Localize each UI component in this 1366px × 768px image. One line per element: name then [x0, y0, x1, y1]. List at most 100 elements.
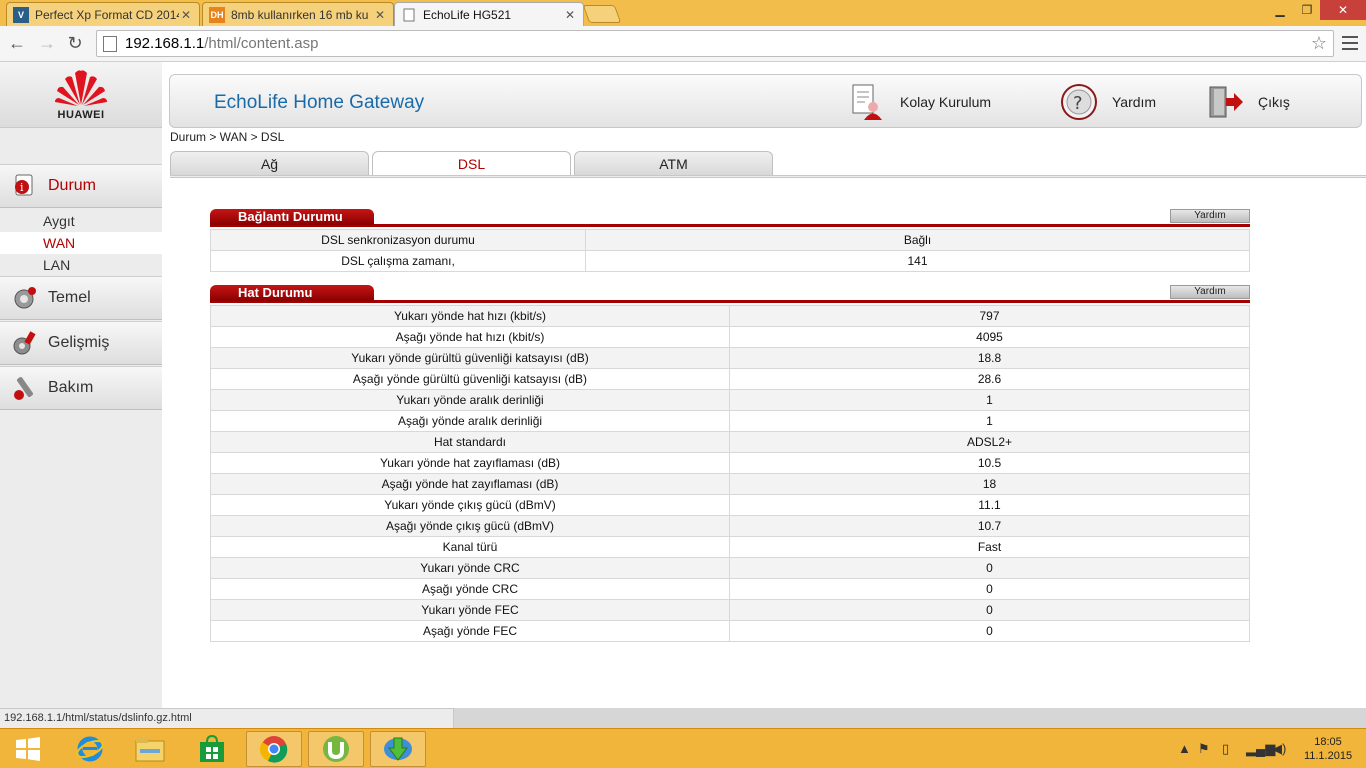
bookmark-star-icon[interactable]: ☆ [1311, 33, 1327, 54]
store-icon[interactable] [184, 731, 240, 767]
sidebar-section-bakim[interactable]: Bakım [0, 366, 162, 410]
row-value: 18 [729, 473, 1250, 495]
row-label: Yukarı yönde CRC [210, 557, 730, 579]
row-value: 0 [729, 578, 1250, 600]
close-tab-icon[interactable]: ✕ [563, 8, 577, 22]
quick-setup-icon [848, 83, 886, 121]
row-label: Aşağı yönde hat hızı (kbit/s) [210, 326, 730, 348]
tab-title: Perfect Xp Format CD 2014 [35, 7, 179, 22]
gateway-header: EchoLife Home Gateway Kolay Kurulum ? Ya… [169, 74, 1362, 128]
tab-label: DSL [457, 156, 486, 172]
tab-title: EchoLife HG521 [423, 8, 512, 22]
sidebar-item-label: Aygıt [43, 213, 75, 229]
windows-start-button[interactable] [0, 731, 56, 767]
sidebar-item-aygit[interactable]: Aygıt [0, 210, 162, 232]
advanced-settings-icon [10, 328, 40, 358]
site-favicon-icon: DH [209, 6, 225, 23]
row-label: Yukarı yönde FEC [210, 599, 730, 621]
back-arrow-icon[interactable]: ← [6, 32, 28, 54]
row-label: Yukarı yönde çıkış gücü (dBmV) [210, 494, 730, 516]
row-value: 141 [585, 250, 1250, 272]
sidebar-section-temel[interactable]: Temel [0, 276, 162, 320]
row-label: Yukarı yönde aralık derinliği [210, 389, 730, 411]
sidebar: HUAWEI i Durum Aygıt WAN LAN Temel Geliş… [0, 62, 162, 728]
close-tab-icon[interactable]: ✕ [373, 8, 387, 22]
sidebar-section-gelismis[interactable]: Gelişmiş [0, 321, 162, 365]
table-row: Yukarı yönde aralık derinliği 1 [210, 389, 1250, 411]
help-button[interactable]: ? Yardım [1060, 83, 1156, 121]
network-signal-icon[interactable]: ▂▄▆ [1246, 741, 1275, 757]
browser-tab-echolife[interactable]: EchoLife HG521 ✕ [394, 2, 584, 27]
sidebar-section-label: Durum [48, 177, 97, 194]
connection-status-header: Bağlantı Durumu Yardım [210, 209, 1250, 227]
row-label: Aşağı yönde FEC [210, 620, 730, 642]
minimize-window-icon[interactable]: ▁ [1266, 0, 1294, 20]
tab-title: 8mb kullanırken 16 mb ku [231, 7, 369, 22]
table-row: Kanal türü Fast [210, 536, 1250, 558]
logout-label: Çıkış [1258, 94, 1290, 110]
huawei-logo[interactable]: HUAWEI [0, 62, 162, 128]
table-row: Yukarı yönde CRC 0 [210, 557, 1250, 579]
table-row: DSL senkronizasyon durumu Bağlı [210, 229, 1250, 251]
forward-arrow-icon[interactable]: → [36, 32, 58, 54]
basic-settings-icon [10, 283, 40, 313]
table-row: Aşağı yönde çıkış gücü (dBmV) 10.7 [210, 515, 1250, 537]
volume-speaker-icon[interactable]: ◀) [1272, 741, 1286, 757]
table-row: Aşağı yönde FEC 0 [210, 620, 1250, 642]
logout-button[interactable]: Çıkış [1206, 83, 1290, 121]
row-label: Yukarı yönde hat hızı (kbit/s) [210, 305, 730, 327]
page-favicon-icon [401, 7, 417, 23]
table-row: Aşağı yönde hat zayıflaması (dB) 18 [210, 473, 1250, 495]
table-row: Aşağı yönde gürültü güvenliği katsayısı … [210, 368, 1250, 390]
close-window-icon[interactable]: ✕ [1320, 0, 1366, 20]
internet-explorer-icon[interactable] [62, 731, 118, 767]
connection-help-button[interactable]: Yardım [1170, 209, 1250, 223]
action-center-flag-icon[interactable]: ⚑ [1198, 741, 1210, 757]
clock-time: 18:05 [1314, 736, 1342, 748]
new-tab-button[interactable] [582, 5, 622, 23]
tab-ag[interactable]: Ağ [170, 151, 369, 175]
sidebar-item-label: LAN [43, 257, 71, 273]
row-label: Hat standardı [210, 431, 730, 453]
chrome-icon[interactable] [246, 731, 302, 767]
file-explorer-icon[interactable] [122, 731, 178, 767]
show-hidden-icons-icon[interactable]: ▲ [1178, 741, 1191, 756]
sidebar-item-wan[interactable]: WAN [0, 232, 162, 254]
sidebar-section-durum[interactable]: i Durum [0, 164, 162, 208]
row-label: Kanal türü [210, 536, 730, 558]
svg-text:i: i [20, 181, 24, 194]
browser-status-bar: 192.168.1.1/html/status/dslinfo.gz.html [0, 708, 454, 728]
table-row: Yukarı yönde hat hızı (kbit/s) 797 [210, 305, 1250, 327]
system-clock[interactable]: 18:05 11.1.2015 [1298, 735, 1358, 763]
browser-tab-perfect-xp[interactable]: V Perfect Xp Format CD 2014 ✕ [6, 2, 200, 26]
address-bar[interactable]: 192.168.1.1 /html/content.asp ☆ [96, 30, 1334, 57]
sidebar-section-label: Gelişmiş [48, 334, 110, 351]
row-value: 797 [729, 305, 1250, 327]
reload-icon[interactable]: ↻ [64, 32, 86, 54]
sidebar-section-label: Bakım [48, 379, 94, 396]
quick-setup-button[interactable]: Kolay Kurulum [848, 83, 991, 121]
tab-atm[interactable]: ATM [574, 151, 773, 175]
section-title: Bağlantı Durumu [210, 209, 374, 225]
sidebar-item-lan[interactable]: LAN [0, 254, 162, 276]
tab-dsl[interactable]: DSL [372, 151, 571, 176]
sidebar-item-label: WAN [43, 235, 76, 251]
row-value: 1 [729, 410, 1250, 432]
power-battery-icon[interactable]: ▯ [1222, 741, 1229, 757]
table-row: DSL çalışma zamanı, 141 [210, 250, 1250, 272]
close-tab-icon[interactable]: ✕ [179, 8, 193, 22]
table-row: Hat standardı ADSL2+ [210, 431, 1250, 453]
chrome-menu-icon[interactable] [1342, 34, 1358, 52]
page-title: EchoLife Home Gateway [214, 92, 425, 113]
line-status-header: Hat Durumu Yardım [210, 285, 1250, 303]
line-help-button[interactable]: Yardım [1170, 285, 1250, 299]
row-value: 11.1 [729, 494, 1250, 516]
row-label: Aşağı yönde CRC [210, 578, 730, 600]
browser-tab-donanimhaber[interactable]: DH 8mb kullanırken 16 mb ku ✕ [202, 2, 394, 26]
restore-window-icon[interactable]: ❐ [1294, 0, 1320, 20]
row-value: 0 [729, 557, 1250, 579]
url-host: 192.168.1.1 [125, 35, 205, 52]
internet-download-manager-icon[interactable] [370, 731, 426, 767]
row-value: 10.7 [729, 515, 1250, 537]
utorrent-icon[interactable] [308, 731, 364, 767]
